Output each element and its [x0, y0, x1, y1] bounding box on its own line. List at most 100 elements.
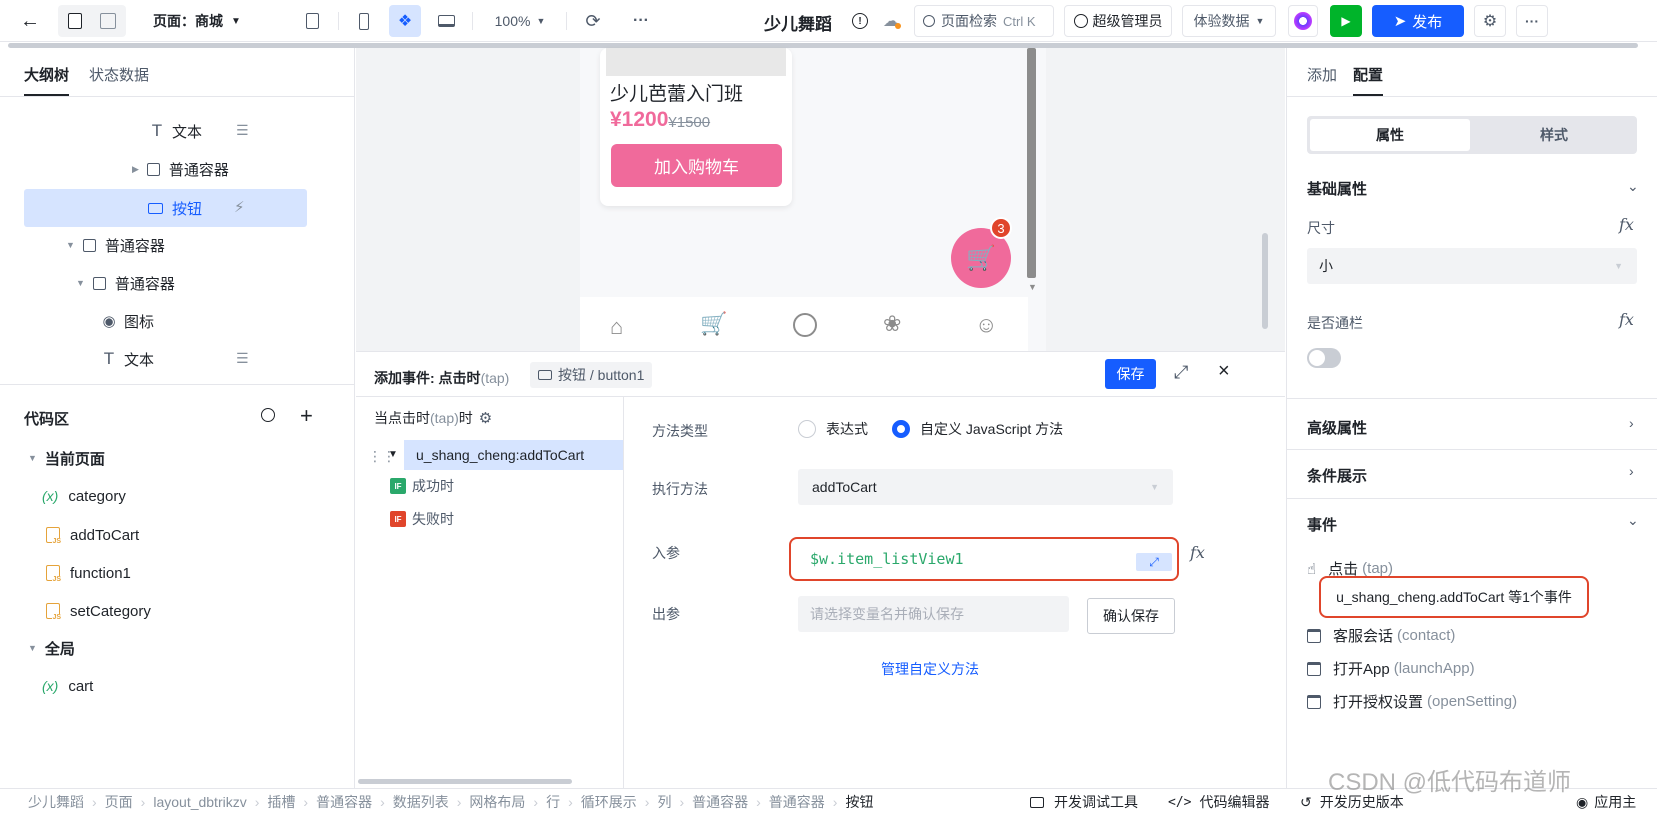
apply-theme-button[interactable]: ◉ 应用主 — [1576, 792, 1636, 812]
more-options-icon[interactable]: ··· — [625, 5, 657, 37]
cart-tab-icon[interactable]: 🛒 — [700, 311, 727, 337]
breadcrumb-item[interactable]: 数据列表 — [393, 792, 449, 812]
exec-method-select[interactable]: addToCart ▼ — [798, 469, 1173, 505]
chevron-down-icon[interactable]: ⌄ — [1627, 512, 1639, 529]
preview-play-button[interactable]: ▶ — [1330, 5, 1362, 37]
radio-expression[interactable]: 表达式 — [798, 419, 868, 439]
tab-add[interactable]: 添加 — [1307, 64, 1337, 96]
close-icon[interactable]: × — [1218, 360, 1230, 383]
confirm-save-button[interactable]: 确认保存 — [1087, 598, 1175, 634]
scroll-down-icon[interactable]: ▼ — [1028, 282, 1037, 292]
component-path-tag[interactable]: 按钮 / button1 — [530, 362, 653, 388]
code-item-addtocart[interactable]: addToCart — [46, 520, 139, 550]
refresh-icon[interactable]: ⟳ — [577, 5, 609, 37]
caret-down-icon[interactable]: ▼ — [66, 240, 75, 250]
radio-custom-js[interactable]: 自定义 JavaScript 方法 — [892, 419, 1063, 439]
basic-props-title[interactable]: 基础属性 — [1307, 178, 1367, 199]
tree-item-button[interactable]: 按钮 — [148, 189, 202, 227]
breadcrumb-item[interactable]: 按钮 — [845, 792, 873, 812]
tree-item-text[interactable]: T 文本 — [100, 340, 154, 378]
manage-methods-link[interactable]: 管理自定义方法 — [881, 659, 979, 679]
output-param-input[interactable]: 请选择变量名并确认保存 — [798, 596, 1069, 632]
search-icon[interactable] — [261, 408, 275, 425]
event-launch-app[interactable]: 打开App (launchApp) — [1307, 658, 1475, 679]
event-save-button[interactable]: 保存 — [1105, 359, 1156, 389]
canvas-scrollbar[interactable] — [1262, 233, 1268, 329]
user-admin-button[interactable]: 超级管理员 — [1064, 5, 1172, 37]
view-toggle[interactable] — [58, 5, 126, 37]
data-mode-select[interactable]: 体验数据 ▼ — [1182, 5, 1276, 37]
breadcrumb-item[interactable]: 普通容器 — [769, 792, 825, 812]
action-item-addtocart[interactable]: u_shang_cheng:addToCart — [404, 440, 623, 470]
tab-state-data[interactable]: 状态数据 — [89, 64, 149, 96]
segment-properties[interactable]: 属性 — [1310, 119, 1470, 151]
expand-editor-icon[interactable]: ⤢ — [1136, 553, 1172, 571]
events-title[interactable]: 事件 — [1307, 514, 1337, 535]
phone-scrollbar[interactable] — [1027, 48, 1036, 278]
chevron-right-icon[interactable]: › — [1629, 463, 1634, 479]
chevron-right-icon[interactable]: › — [1629, 415, 1634, 431]
flower-tab-icon[interactable]: ❀ — [883, 311, 901, 337]
tree-item-container[interactable]: ▼ 普通容器 — [66, 226, 165, 264]
caret-down-icon[interactable]: ▼ — [76, 278, 85, 288]
segment-style[interactable]: 样式 — [1474, 119, 1634, 151]
breadcrumb-item[interactable]: 普通容器 — [316, 792, 372, 812]
event-contact[interactable]: 客服会话 (contact) — [1307, 625, 1455, 646]
tab-outline-tree[interactable]: 大纲树 — [24, 64, 70, 96]
full-width-toggle[interactable] — [1307, 348, 1341, 368]
code-editor-button[interactable]: </> 代码编辑器 — [1168, 792, 1269, 812]
cloud-status-icon[interactable]: ☁ — [878, 5, 904, 37]
tree-item-container[interactable]: ▶ 普通容器 — [132, 150, 229, 188]
section-current-page[interactable]: ▼ 当前页面 — [28, 443, 105, 473]
page-search-input[interactable]: 页面检索 Ctrl K — [914, 5, 1054, 37]
horizontal-scrollbar[interactable] — [358, 779, 572, 784]
info-icon[interactable]: ! — [848, 5, 872, 37]
miniprogram-device-icon[interactable]: ❖ — [389, 5, 421, 37]
page-selector[interactable]: 页面：商城 ▼ — [142, 5, 252, 37]
tree-item-container[interactable]: ▼ 普通容器 — [76, 264, 175, 302]
branch-success[interactable]: IF 成功时 — [390, 476, 454, 496]
code-item-category[interactable]: (x) category — [42, 481, 126, 511]
code-item-setcategory[interactable]: setCategory — [46, 596, 151, 626]
event-open-setting[interactable]: 打开授权设置 (openSetting) — [1307, 691, 1517, 712]
tree-item-text[interactable]: T 文本 — [148, 112, 202, 150]
expand-icon[interactable]: ⤢ — [1174, 362, 1188, 383]
target-tab-icon[interactable] — [793, 313, 817, 337]
breadcrumb-item[interactable]: layout_dbtrikzv — [153, 794, 246, 810]
breadcrumb-item[interactable]: 普通容器 — [692, 792, 748, 812]
breadcrumb-item[interactable]: 插槽 — [267, 792, 295, 812]
layout-view-icon[interactable] — [100, 13, 116, 29]
input-param-field[interactable]: $w.item_listView1 — [798, 540, 1173, 578]
page-view-icon[interactable] — [68, 13, 82, 29]
size-select[interactable]: 小 ▼ — [1307, 248, 1637, 284]
dev-tools-button[interactable]: 开发调试工具 — [1030, 792, 1138, 812]
settings-gear-icon[interactable]: ⚙ — [1474, 5, 1506, 37]
add-to-cart-button[interactable]: 加入购物车 — [611, 144, 782, 187]
fx-icon[interactable]: fx — [1190, 543, 1205, 562]
code-item-function1[interactable]: function1 — [46, 558, 131, 588]
desktop-device-icon[interactable] — [430, 5, 462, 37]
click-event-summary[interactable]: u_shang_cheng.addToCart 等1个事件 — [1319, 576, 1589, 618]
profile-tab-icon[interactable]: ☺ — [975, 312, 997, 338]
mobile-device-icon[interactable] — [348, 5, 380, 37]
caret-down-icon[interactable]: ▼ — [388, 449, 398, 460]
course-card[interactable]: 少儿芭蕾入门班 ¥1200 ¥1500 加入购物车 — [600, 48, 792, 206]
ai-assistant-icon[interactable] — [1288, 5, 1318, 37]
advanced-props-title[interactable]: 高级属性 — [1307, 417, 1367, 438]
breadcrumb-item[interactable]: 页面 — [105, 792, 133, 812]
condition-title[interactable]: 条件展示 — [1307, 465, 1367, 486]
branch-fail[interactable]: IF 失败时 — [390, 509, 454, 529]
fx-icon[interactable]: fx — [1619, 310, 1634, 329]
code-item-cart[interactable]: (x) cart — [42, 671, 93, 701]
add-code-icon[interactable]: + — [300, 403, 313, 429]
add-page-icon[interactable] — [296, 5, 328, 37]
section-global[interactable]: ▼ 全局 — [28, 633, 75, 663]
publish-button[interactable]: ➤ 发布 — [1372, 5, 1464, 37]
breadcrumb-item[interactable]: 列 — [657, 792, 671, 812]
back-arrow-icon[interactable]: ← — [14, 5, 46, 37]
settings-gear-icon[interactable]: ⚙ — [479, 409, 492, 427]
breadcrumb-item[interactable]: 循环展示 — [581, 792, 637, 812]
chevron-down-icon[interactable]: ⌄ — [1627, 178, 1639, 195]
home-tab-icon[interactable]: ⌂ — [610, 314, 623, 340]
fx-icon[interactable]: fx — [1619, 215, 1634, 234]
